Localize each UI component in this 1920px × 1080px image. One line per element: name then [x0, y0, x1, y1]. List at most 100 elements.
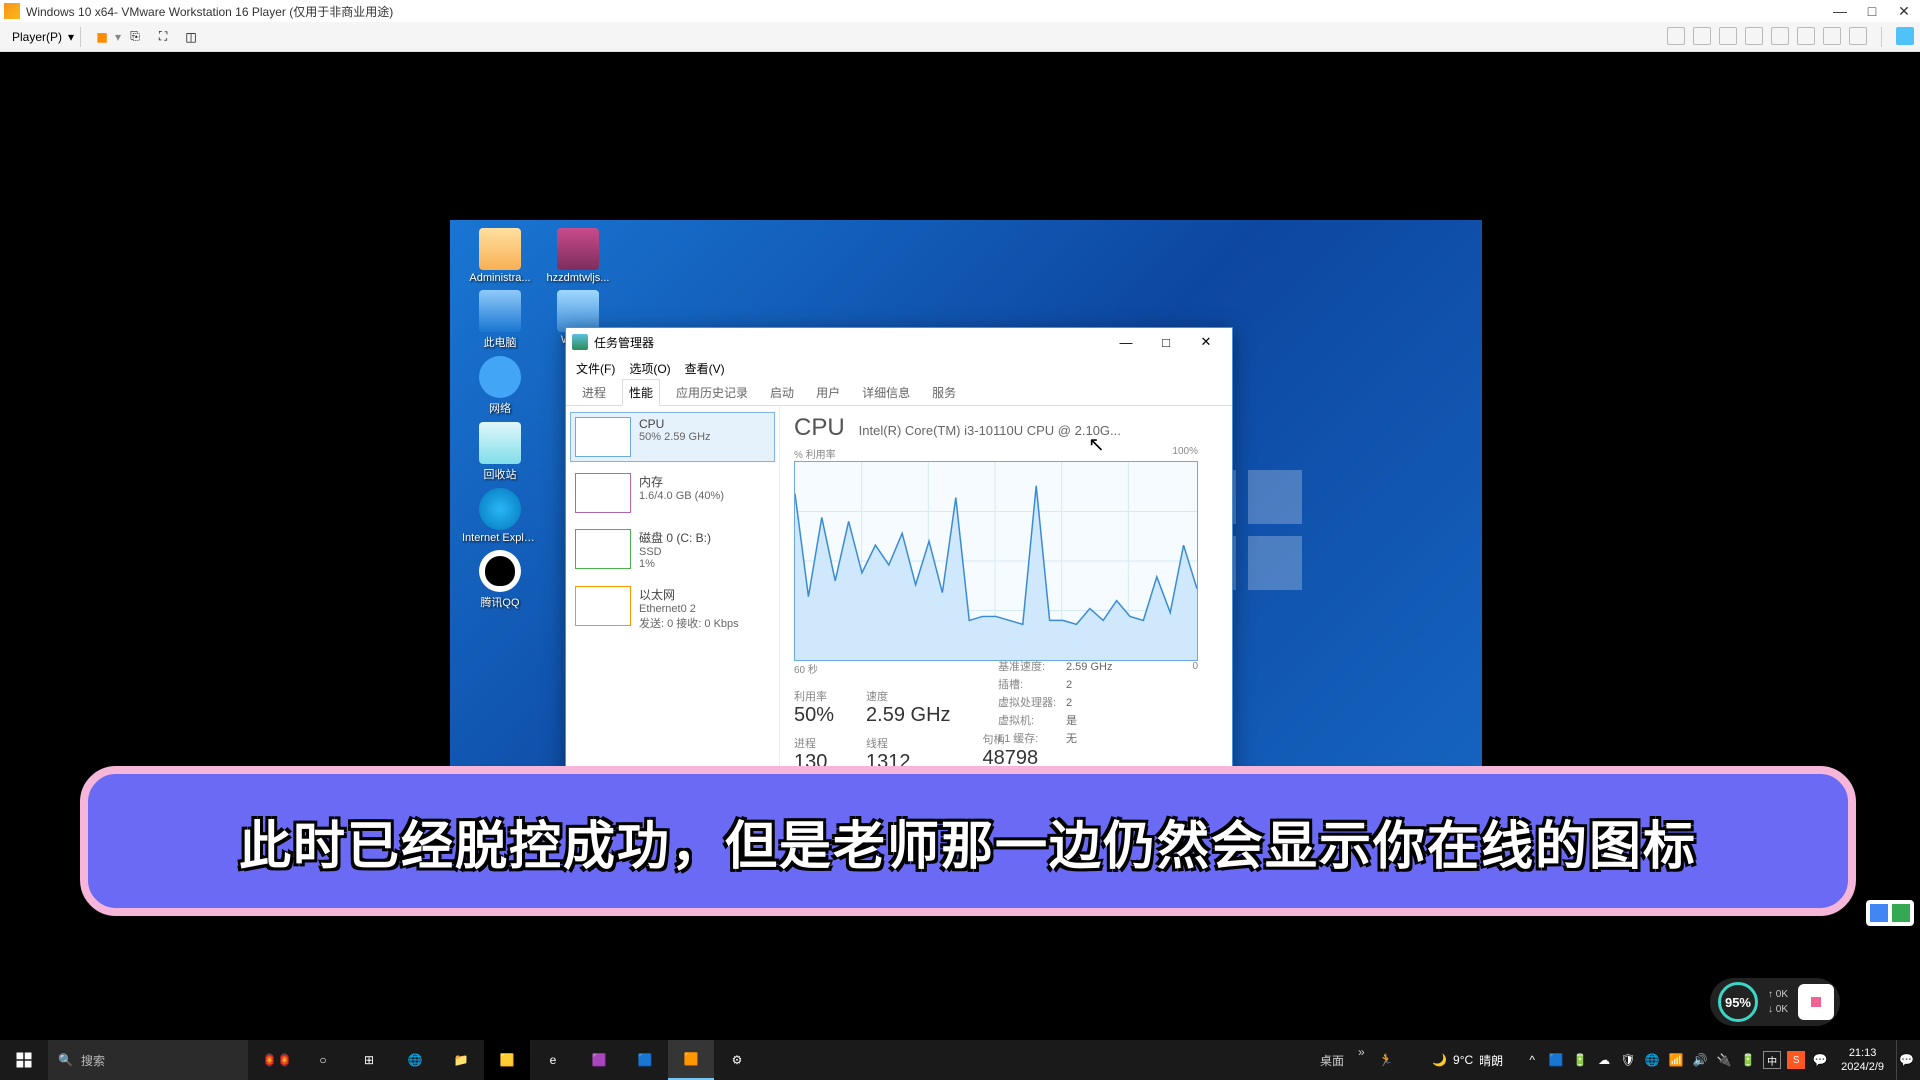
sidebar-item-cpu[interactable]: CPU50% 2.59 GHz	[570, 412, 775, 462]
send-ctrlaltdel-button[interactable]: ⎘	[124, 26, 146, 48]
device-icon[interactable]	[1745, 27, 1763, 45]
tray-volume-icon[interactable]: 🔊	[1691, 1051, 1709, 1069]
taskbar-lantern-icon[interactable]: 🏮🏮	[254, 1040, 300, 1080]
notifications-button[interactable]: 💬	[1896, 1040, 1916, 1080]
minimize-button[interactable]: —	[1824, 0, 1856, 22]
desktop-icon[interactable]: Administra...	[462, 228, 538, 284]
taskbar-explorer-icon[interactable]: 📁	[438, 1040, 484, 1080]
desktop-icon[interactable]: 回收站	[462, 422, 538, 482]
net-mini-chart	[575, 586, 631, 626]
device-icon[interactable]	[1719, 27, 1737, 45]
task-manager-window[interactable]: 任务管理器 — □ ✕ 文件(F) 选项(O) 查看(V) 进程性能应用历史记录启动…	[565, 327, 1233, 818]
sidebar-item-disk[interactable]: 磁盘 0 (C: B:)SSD1%	[570, 524, 775, 575]
tray-icon[interactable]: 💬	[1811, 1051, 1829, 1069]
taskbar-app-icon[interactable]: 🟨	[484, 1040, 530, 1080]
windows-icon	[15, 1051, 33, 1069]
tray-plug-icon[interactable]: 🔌	[1715, 1051, 1733, 1069]
stat-val: 2.59 GHz	[1066, 658, 1112, 676]
dropdown-icon[interactable]: ▾	[115, 30, 121, 44]
tray-ime-icon[interactable]: 中	[1763, 1051, 1781, 1069]
unity-button[interactable]: ◫	[180, 26, 202, 48]
tray-icon[interactable]: 🟦	[1547, 1051, 1565, 1069]
desktop-icon[interactable]: hzzdmtwljs...	[540, 228, 616, 284]
device-icon[interactable]	[1849, 27, 1867, 45]
player-menu[interactable]: Player(P)	[6, 28, 68, 46]
accessibility-icon[interactable]: 🏃	[1379, 1053, 1394, 1067]
sidebar-item-mem[interactable]: 内存1.6/4.0 GB (40%)	[570, 468, 775, 518]
subtitle-text: 此时已经脱控成功，但是老师那一边仍然会显示你在线的图标	[239, 804, 1697, 879]
tab-启动[interactable]: 启动	[764, 380, 800, 405]
device-icon[interactable]	[1797, 27, 1815, 45]
stat-val: 2	[1066, 676, 1072, 694]
desktop-icon[interactable]: 腾讯QQ	[462, 550, 538, 610]
sidebar-item-net[interactable]: 以太网Ethernet0 2发送: 0 接收: 0 Kbps	[570, 581, 775, 636]
taskmgr-title: 任务管理器	[594, 334, 654, 351]
maximize-button[interactable]: □	[1856, 0, 1888, 22]
taskbar-edge-icon[interactable]: 🌐	[392, 1040, 438, 1080]
taskmgr-maximize-button[interactable]: □	[1146, 328, 1186, 356]
record-button[interactable]	[1798, 984, 1834, 1020]
float-btn-1[interactable]	[1870, 904, 1888, 922]
ie-icon	[479, 488, 521, 530]
util-label: 利用率	[794, 688, 834, 704]
desktop-icon[interactable]: Internet Explorer	[462, 488, 538, 544]
menu-item[interactable]: 选项(O)	[629, 360, 670, 377]
show-desktop-link[interactable]: 桌面	[1320, 1052, 1344, 1069]
device-icon[interactable]	[1823, 27, 1841, 45]
floating-toolbar[interactable]	[1866, 900, 1914, 926]
tray-defender-icon[interactable]: 🛡	[1619, 1051, 1637, 1069]
taskbar-ie-icon[interactable]: e	[530, 1040, 576, 1080]
recording-widget[interactable]: 95% ↑ 0K ↓ 0K	[1710, 978, 1840, 1026]
tab-应用历史记录[interactable]: 应用历史记录	[670, 380, 754, 405]
sidebar-item-title: CPU	[639, 417, 711, 431]
taskbar-vmware-icon[interactable]: 🟧	[668, 1040, 714, 1080]
device-icon[interactable]	[1771, 27, 1789, 45]
tab-服务[interactable]: 服务	[926, 380, 962, 405]
tray-wifi-icon[interactable]: 📶	[1667, 1051, 1685, 1069]
taskbar-app-icon[interactable]: ⚙	[714, 1040, 760, 1080]
desktop-icon-label: 回收站	[462, 466, 538, 482]
taskmgr-titlebar[interactable]: 任务管理器 — □ ✕	[566, 328, 1232, 356]
fullscreen-button[interactable]: ⛶	[152, 26, 174, 48]
desktop-icon[interactable]: 此电脑	[462, 290, 538, 350]
weather-temp: 9°C	[1453, 1053, 1473, 1067]
tray-battery-icon[interactable]: 🔋	[1739, 1051, 1757, 1069]
pause-button[interactable]: ▮▮	[90, 26, 112, 48]
help-icon[interactable]	[1896, 27, 1914, 45]
tray-network-icon[interactable]: 🌐	[1643, 1051, 1661, 1069]
tray-chevron-icon[interactable]: ^	[1523, 1051, 1541, 1069]
subtitle-overlay: 此时已经脱控成功，但是老师那一边仍然会显示你在线的图标	[80, 766, 1856, 916]
chart-xlabel-right: 0	[1192, 661, 1198, 676]
float-btn-2[interactable]	[1892, 904, 1910, 922]
tab-用户[interactable]: 用户	[810, 380, 846, 405]
dropdown-icon[interactable]: ▾	[68, 30, 74, 44]
search-box[interactable]: 🔍 搜索	[48, 1040, 248, 1080]
menu-item[interactable]: 文件(F)	[576, 360, 615, 377]
desktop-icon[interactable]: 网络	[462, 356, 538, 416]
chevron-up-icon[interactable]: »	[1358, 1045, 1365, 1059]
taskmgr-close-button[interactable]: ✕	[1186, 328, 1226, 356]
taskbar-cortana-icon[interactable]: ○	[300, 1040, 346, 1080]
close-button[interactable]: ✕	[1888, 0, 1920, 22]
sidebar-item-sub: 1.6/4.0 GB (40%)	[639, 490, 724, 502]
tab-性能[interactable]: 性能	[622, 379, 660, 406]
device-icon[interactable]	[1667, 27, 1685, 45]
tray-sogou-icon[interactable]: S	[1787, 1051, 1805, 1069]
taskbar-taskview-icon[interactable]: ⊞	[346, 1040, 392, 1080]
menu-item[interactable]: 查看(V)	[685, 360, 725, 377]
tab-详细信息[interactable]: 详细信息	[856, 380, 916, 405]
taskbar-clock[interactable]: 21:13 2024/2/9	[1835, 1046, 1890, 1074]
thread-label: 线程	[866, 735, 950, 751]
tray-onedrive-icon[interactable]: ☁	[1595, 1051, 1613, 1069]
taskbar-app-icon[interactable]: 🟪	[576, 1040, 622, 1080]
device-icon[interactable]	[1693, 27, 1711, 45]
taskmgr-minimize-button[interactable]: —	[1106, 328, 1146, 356]
stat-key: L1 缓存:	[998, 730, 1058, 748]
taskmgr-icon	[572, 334, 588, 350]
taskbar-app-icon[interactable]: 🟦	[622, 1040, 668, 1080]
start-button[interactable]	[0, 1040, 48, 1080]
tray-icon[interactable]: 🔋	[1571, 1051, 1589, 1069]
guest-desktop[interactable]: Administra... 此电脑网络回收站 Internet Explorer 腾讯…	[450, 220, 1482, 818]
weather-widget[interactable]: 🌙 9°C 晴朗	[1432, 1052, 1503, 1069]
tab-进程[interactable]: 进程	[576, 380, 612, 405]
